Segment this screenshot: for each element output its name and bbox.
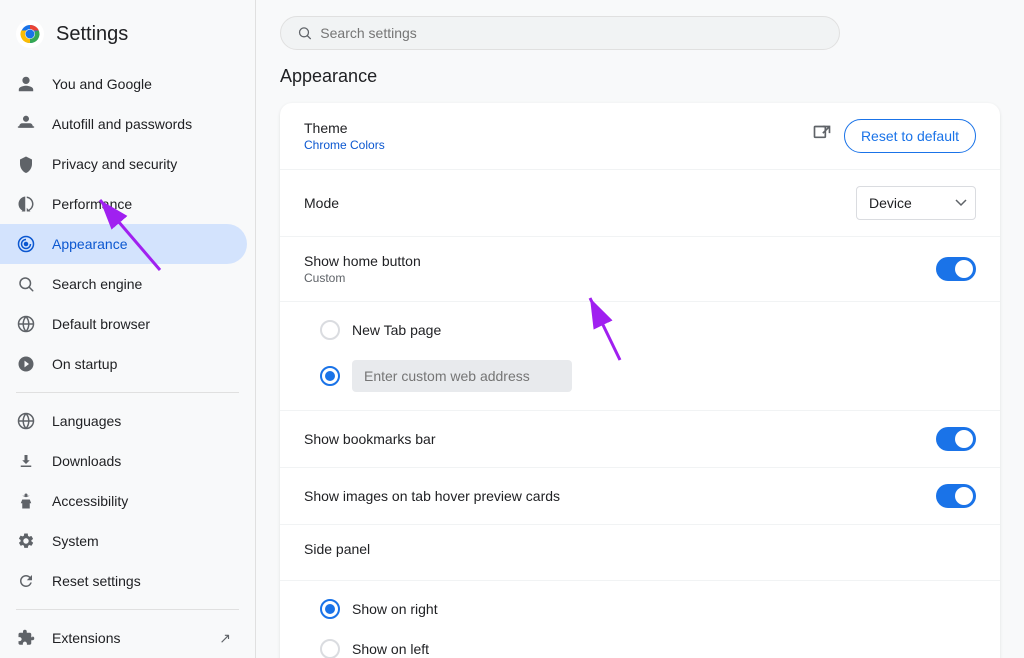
sidebar-item-autofill-label: Autofill and passwords: [52, 116, 192, 132]
main-content: Appearance Theme Chrome Colors: [256, 0, 1024, 658]
sidebar-divider-1: [16, 392, 239, 393]
show-home-button-label: Show home button: [304, 253, 936, 269]
theme-sublabel[interactable]: Chrome Colors: [304, 138, 812, 152]
sidebar-header: Settings: [0, 8, 255, 64]
custom-address-option[interactable]: [320, 350, 976, 402]
content-area: Appearance Theme Chrome Colors: [256, 66, 1024, 658]
bookmarks-bar-label: Show bookmarks bar: [304, 431, 936, 447]
show-home-button-row: Show home button Custom: [280, 237, 1000, 302]
sidebar-item-default-browser-label: Default browser: [52, 316, 150, 332]
side-panel-options: Show on right Show on left: [280, 581, 1000, 658]
custom-address-radio[interactable]: [320, 366, 340, 386]
startup-icon: [16, 354, 36, 374]
autofill-icon: [16, 114, 36, 134]
sidebar-item-downloads[interactable]: Downloads: [0, 441, 247, 481]
shield-icon: [16, 154, 36, 174]
show-home-button-info: Show home button Custom: [304, 253, 936, 285]
show-on-right-option[interactable]: Show on right: [320, 589, 976, 629]
sidebar-item-you-and-google-label: You and Google: [52, 76, 152, 92]
sidebar-item-accessibility-label: Accessibility: [52, 493, 128, 509]
show-on-left-option[interactable]: Show on left: [320, 629, 976, 658]
sidebar-item-extensions-label: Extensions: [52, 630, 120, 646]
person-icon: [16, 74, 36, 94]
mode-control: Device Light Dark: [856, 186, 976, 220]
show-on-left-radio[interactable]: [320, 639, 340, 658]
sidebar-item-startup-label: On startup: [52, 356, 117, 372]
system-icon: [16, 531, 36, 551]
side-panel-label: Side panel: [304, 541, 976, 557]
chrome-logo-icon: [16, 20, 44, 48]
mode-select[interactable]: Device Light Dark: [856, 186, 976, 220]
sidebar-item-performance[interactable]: Performance: [0, 184, 247, 224]
section-title: Appearance: [280, 66, 1000, 87]
custom-address-input[interactable]: [352, 360, 572, 392]
sidebar-item-you-and-google[interactable]: You and Google: [0, 64, 247, 104]
tab-hover-toggle[interactable]: [936, 484, 976, 508]
reset-icon: [16, 571, 36, 591]
sidebar-item-performance-label: Performance: [52, 196, 132, 212]
sidebar-item-search-engine[interactable]: Search engine: [0, 264, 247, 304]
sidebar: Settings You and Google Autofill and pas…: [0, 0, 256, 658]
tab-hover-label: Show images on tab hover preview cards: [304, 488, 936, 504]
sidebar-item-reset-label: Reset settings: [52, 573, 141, 589]
sidebar-item-languages[interactable]: Languages: [0, 401, 247, 441]
search-icon: [297, 25, 312, 41]
sidebar-item-privacy[interactable]: Privacy and security: [0, 144, 247, 184]
extensions-icon: [16, 628, 36, 648]
appearance-icon: [16, 234, 36, 254]
theme-external-link-icon[interactable]: [812, 124, 832, 149]
appearance-card: Theme Chrome Colors Reset to default: [280, 103, 1000, 658]
bookmarks-bar-row: Show bookmarks bar: [280, 411, 1000, 468]
search-bar-container: [256, 0, 1024, 66]
sidebar-item-accessibility[interactable]: Accessibility: [0, 481, 247, 521]
tab-hover-row: Show images on tab hover preview cards: [280, 468, 1000, 525]
new-tab-option[interactable]: New Tab page: [320, 310, 976, 350]
theme-info: Theme Chrome Colors: [304, 120, 812, 152]
performance-icon: [16, 194, 36, 214]
mode-row: Mode Device Light Dark: [280, 170, 1000, 237]
sidebar-divider-2: [16, 609, 239, 610]
sidebar-item-system-label: System: [52, 533, 99, 549]
sidebar-item-appearance-label: Appearance: [52, 236, 128, 252]
accessibility-icon: [16, 491, 36, 511]
theme-controls: Reset to default: [812, 119, 976, 153]
external-link-small-icon: ↗: [219, 630, 231, 647]
search-input[interactable]: [320, 25, 823, 41]
tab-hover-toggle-control: [936, 484, 976, 508]
reset-to-default-button[interactable]: Reset to default: [844, 119, 976, 153]
new-tab-label: New Tab page: [352, 322, 441, 338]
sidebar-item-reset[interactable]: Reset settings: [0, 561, 247, 601]
show-home-toggle[interactable]: [936, 257, 976, 281]
search-bar[interactable]: [280, 16, 840, 50]
theme-label: Theme: [304, 120, 812, 136]
show-on-left-label: Show on left: [352, 641, 429, 657]
sidebar-item-appearance[interactable]: Appearance: [0, 224, 247, 264]
mode-label: Mode: [304, 195, 856, 211]
languages-icon: [16, 411, 36, 431]
sidebar-item-default-browser[interactable]: Default browser: [0, 304, 247, 344]
show-home-button-sublabel: Custom: [304, 271, 936, 285]
sidebar-item-extensions[interactable]: Extensions ↗: [0, 618, 247, 658]
sidebar-item-on-startup[interactable]: On startup: [0, 344, 247, 384]
side-panel-header-row: Side panel: [280, 525, 1000, 581]
show-on-right-radio[interactable]: [320, 599, 340, 619]
theme-row: Theme Chrome Colors Reset to default: [280, 103, 1000, 170]
sidebar-item-autofill[interactable]: Autofill and passwords: [0, 104, 247, 144]
downloads-icon: [16, 451, 36, 471]
sidebar-item-privacy-label: Privacy and security: [52, 156, 177, 172]
sidebar-item-system[interactable]: System: [0, 521, 247, 561]
bookmarks-toggle[interactable]: [936, 427, 976, 451]
app-title: Settings: [56, 23, 128, 46]
sidebar-item-languages-label: Languages: [52, 413, 121, 429]
home-button-options: New Tab page: [280, 302, 1000, 411]
sidebar-item-search-label: Search engine: [52, 276, 142, 292]
search-engine-icon: [16, 274, 36, 294]
show-on-right-label: Show on right: [352, 601, 438, 617]
default-browser-icon: [16, 314, 36, 334]
sidebar-item-downloads-label: Downloads: [52, 453, 121, 469]
show-home-toggle-control: [936, 257, 976, 281]
new-tab-radio[interactable]: [320, 320, 340, 340]
bookmarks-toggle-control: [936, 427, 976, 451]
